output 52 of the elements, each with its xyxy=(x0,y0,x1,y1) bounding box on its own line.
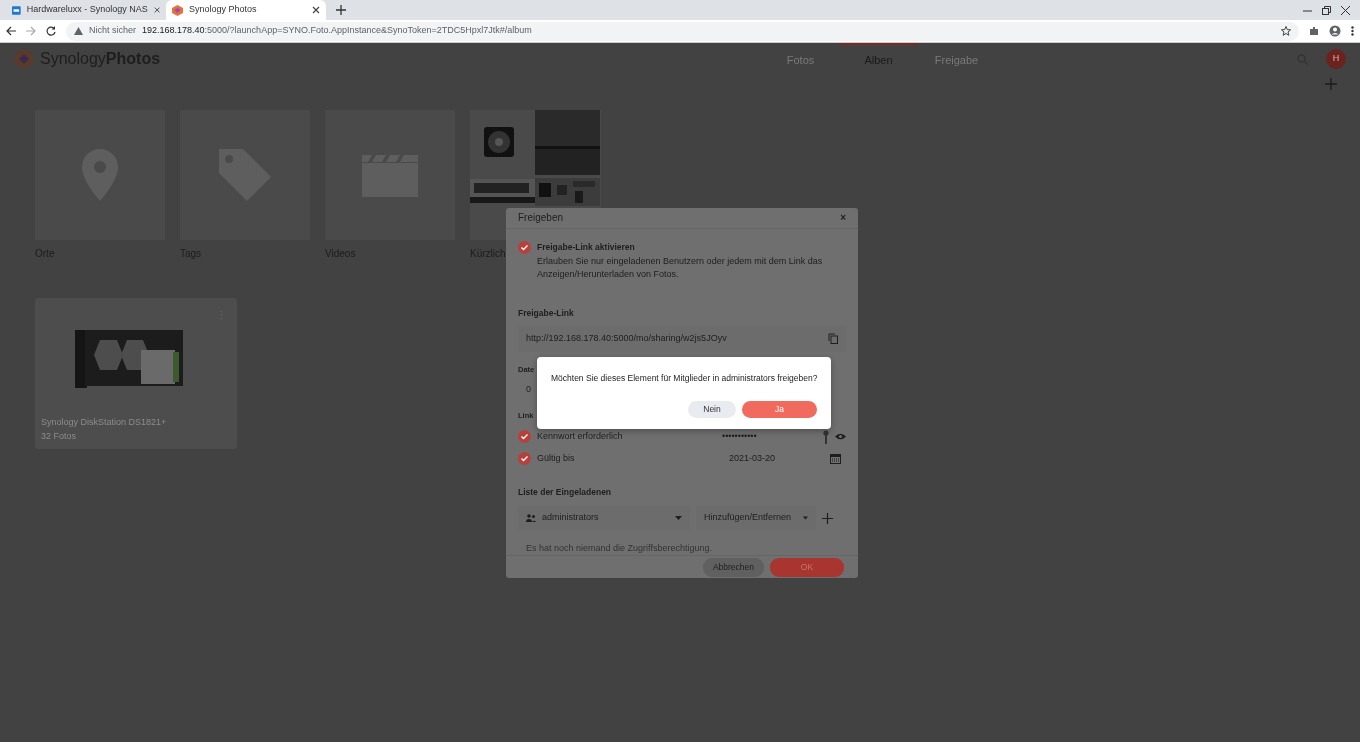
description-text: Erlauben Sie nur eingeladenen Benutzern oder jedem mit dem Link das Anzeigen/Herunterladen von Fotos. xyxy=(537,255,824,282)
close-icon[interactable] xyxy=(312,6,320,14)
address-bar[interactable]: Nicht sicher 192.168.178.40:5000/?launchApp=SYNO.Foto.AppInstance&SynoToken=2TDC5Hpxl7Jtk#/album xyxy=(66,21,1299,41)
browser-tab[interactable]: Synology Photos xyxy=(166,0,326,20)
menu-icon[interactable] xyxy=(1351,26,1354,36)
input-field[interactable]: 2021-03-20 xyxy=(729,451,824,466)
avatar[interactable]: H xyxy=(1326,49,1346,69)
section-label: Liste der Eingeladenen xyxy=(518,485,613,499)
nav-tab[interactable]: Freigabe xyxy=(917,43,996,75)
add-icon[interactable] xyxy=(822,512,833,524)
eye-icon[interactable] xyxy=(835,433,846,440)
browser-tab[interactable]: Hardwareluxx - Synology NAS xyxy=(6,0,166,20)
album-tile[interactable] xyxy=(35,110,165,240)
warning-icon xyxy=(74,27,83,35)
album-title: Synology DiskStation DS1821+ xyxy=(41,416,167,429)
security-label: Nicht sicher xyxy=(89,24,136,38)
reload-icon[interactable] xyxy=(46,26,56,36)
checkbox[interactable] xyxy=(518,430,531,443)
no-button[interactable]: Nein xyxy=(688,400,736,418)
close-button[interactable]: × xyxy=(840,210,846,226)
input-field[interactable]: ••••••••••• xyxy=(722,429,817,444)
users-icon xyxy=(526,514,536,522)
close-icon[interactable] xyxy=(153,6,160,14)
option-label: Gültig bis xyxy=(537,451,575,465)
star-icon[interactable] xyxy=(1281,26,1291,36)
site-icon xyxy=(172,4,183,16)
caret-icon xyxy=(675,516,682,520)
new-tab-icon[interactable] xyxy=(336,5,346,15)
nav-tab[interactable]: Fotos xyxy=(761,43,840,75)
url-text: 192.168.178.40:5000/?launchApp=SYNO.Foto.AppInstance&SynoToken=2TDC5Hpxl7Jtk#/album xyxy=(142,24,532,38)
key-icon[interactable] xyxy=(823,429,829,444)
copy-icon[interactable] xyxy=(828,333,838,345)
checkbox[interactable] xyxy=(518,452,531,465)
field-value: 0 xyxy=(526,382,531,396)
option-label: Freigabe-Link aktivieren xyxy=(537,240,636,254)
option-label: Kennwort erforderlich xyxy=(537,429,623,443)
checkbox[interactable] xyxy=(518,240,531,254)
back-icon[interactable] xyxy=(6,26,16,36)
album-tile[interactable] xyxy=(180,110,310,240)
calendar-icon[interactable] xyxy=(830,453,841,464)
cancel-button[interactable]: Abbrechen xyxy=(702,557,764,577)
album-tile[interactable] xyxy=(325,110,455,240)
section-label: Freigabe-Link xyxy=(518,307,575,320)
profile-icon[interactable] xyxy=(1329,25,1341,37)
confirm-message: Möchten Sie dieses Element für Mitglieder in administrators freigeben? xyxy=(551,372,817,385)
yes-button[interactable]: Ja xyxy=(742,400,817,418)
close-icon[interactable] xyxy=(1341,5,1350,15)
restore-icon[interactable] xyxy=(1322,5,1331,15)
caret-icon xyxy=(803,516,808,520)
logo-icon xyxy=(14,49,34,69)
site-icon xyxy=(12,4,21,16)
dialog-title: Freigeben xyxy=(518,211,564,226)
